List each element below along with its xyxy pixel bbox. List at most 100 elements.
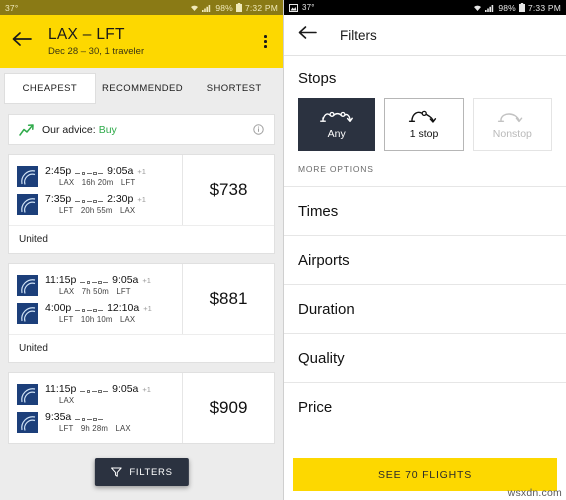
depart-time: 4:00p bbox=[45, 302, 72, 314]
funnel-icon bbox=[110, 467, 122, 477]
app-bar-titles: LAX – LFT Dec 28 – 30, 1 traveler bbox=[48, 26, 260, 57]
leg-duration: 10h 10m bbox=[80, 315, 113, 324]
arrive-time: 2:30p bbox=[107, 193, 134, 205]
leg-times: 7:35p 2:30p +1 bbox=[45, 193, 182, 205]
flight-leg: 11:15p 9:05a +1 LAX 7h 50m LFT bbox=[17, 271, 182, 299]
leg-times: 11:15p 9:05a +1 bbox=[45, 274, 182, 286]
flight-card-body: 11:15p 9:05a +1 LAX 7h 50m LFT 4:00p 12:… bbox=[9, 264, 274, 334]
stops-option-label: Any bbox=[327, 128, 346, 140]
flight-leg: 11:15p 9:05a +1 LAX bbox=[17, 380, 182, 408]
leg-route: LFT 20h 55m LAX bbox=[45, 206, 182, 215]
origin-code: LAX bbox=[59, 287, 75, 296]
destination-code: LFT bbox=[116, 287, 131, 296]
arrive-time: 12:10a bbox=[107, 302, 140, 314]
depart-time: 7:35p bbox=[45, 193, 72, 205]
overflow-menu-icon[interactable] bbox=[260, 31, 271, 52]
leg-info: 2:45p 9:05a +1 LAX 16h 20m LFT bbox=[45, 165, 182, 187]
filter-section-times[interactable]: Times bbox=[284, 186, 566, 235]
flight-card[interactable]: 11:15p 9:05a +1 LAX 9:35a LFT 9h 28m LAX… bbox=[8, 372, 275, 444]
back-arrow-icon[interactable] bbox=[12, 31, 36, 52]
dual-screen-container: 37° 98% 7:32 PM LAX – LFT Dec 28 – 30, 1… bbox=[0, 0, 566, 500]
origin-code: LFT bbox=[59, 424, 74, 433]
status-bar-left-group: 37° bbox=[289, 3, 315, 12]
leg-times: 11:15p 9:05a +1 bbox=[45, 383, 182, 395]
battery-percentage: 98% bbox=[215, 2, 233, 13]
depart-time: 11:15p bbox=[45, 383, 77, 395]
stops-indicator bbox=[75, 171, 104, 176]
signal-icon bbox=[202, 4, 212, 12]
status-bar-left-group: 37° bbox=[5, 3, 18, 13]
origin-code: LAX bbox=[59, 178, 75, 187]
more-options-link[interactable]: MORE OPTIONS bbox=[284, 151, 566, 186]
united-logo-icon bbox=[17, 383, 38, 405]
leg-duration: 16h 20m bbox=[81, 178, 114, 187]
plus-days: +1 bbox=[137, 195, 146, 204]
nonstop-icon bbox=[495, 109, 529, 125]
flight-price: $738 bbox=[182, 155, 274, 225]
stops-options: Any 1 stop Nonstop bbox=[284, 87, 566, 151]
filter-section-price[interactable]: Price bbox=[284, 382, 566, 431]
stops-option-any[interactable]: Any bbox=[298, 98, 376, 151]
wifi-icon bbox=[473, 4, 482, 12]
status-bar-right-group: 98% 7:33 PM bbox=[473, 3, 561, 13]
screenshot-icon bbox=[289, 3, 298, 12]
flight-price: $881 bbox=[182, 264, 274, 334]
flight-leg: 2:45p 9:05a +1 LAX 16h 20m LFT bbox=[17, 162, 182, 190]
arrive-time: 9:05a bbox=[112, 274, 139, 286]
advice-value: Buy bbox=[98, 123, 117, 136]
flight-price: $909 bbox=[182, 373, 274, 443]
destination-code: LAX bbox=[119, 206, 136, 215]
trend-up-icon bbox=[19, 123, 34, 136]
depart-time: 9:35a bbox=[45, 411, 72, 423]
leg-info: 11:15p 9:05a +1 LAX 7h 50m LFT bbox=[45, 274, 182, 296]
info-icon[interactable] bbox=[253, 124, 264, 135]
tab-cheapest[interactable]: CHEAPEST bbox=[4, 72, 96, 104]
stops-indicator bbox=[80, 389, 109, 394]
leg-times: 4:00p 12:10a +1 bbox=[45, 302, 182, 314]
leg-route: LAX 7h 50m LFT bbox=[45, 287, 182, 296]
depart-time: 11:15p bbox=[45, 274, 77, 286]
destination-code: LAX bbox=[115, 424, 131, 433]
leg-info: 4:00p 12:10a +1 LFT 10h 10m LAX bbox=[45, 302, 182, 324]
status-bar-right-group: 98% 7:32 PM bbox=[190, 3, 278, 13]
flight-card[interactable]: 2:45p 9:05a +1 LAX 16h 20m LFT 7:35p 2:3… bbox=[8, 154, 275, 254]
leg-duration: 9h 28m bbox=[80, 424, 109, 433]
back-arrow-icon[interactable] bbox=[298, 25, 320, 45]
temperature-indicator: 37° bbox=[302, 3, 315, 12]
price-advice-banner[interactable]: Our advice: Buy bbox=[8, 114, 275, 145]
flight-legs: 2:45p 9:05a +1 LAX 16h 20m LFT 7:35p 2:3… bbox=[9, 155, 182, 225]
leg-info: 9:35a LFT 9h 28m LAX bbox=[45, 411, 182, 433]
united-logo-icon bbox=[17, 274, 38, 296]
tab-recommended[interactable]: RECOMMENDED bbox=[98, 74, 188, 103]
filters-button[interactable]: FILTERS bbox=[94, 458, 189, 486]
stops-indicator bbox=[75, 417, 104, 422]
watermark: wsxdn.com bbox=[507, 487, 562, 499]
filters-screen: 37° 98% 7:33 PM Filters Stops Any 1 stop… bbox=[283, 0, 566, 500]
filters-button-label: FILTERS bbox=[129, 466, 173, 478]
tab-shortest[interactable]: SHORTEST bbox=[189, 74, 279, 103]
filters-title: Filters bbox=[340, 27, 377, 43]
leg-route: LFT 9h 28m LAX bbox=[45, 424, 182, 433]
plus-days: +1 bbox=[142, 385, 151, 394]
stops-option-label: Nonstop bbox=[492, 128, 532, 140]
origin-code: LAX bbox=[59, 396, 75, 405]
flight-card[interactable]: 11:15p 9:05a +1 LAX 7h 50m LFT 4:00p 12:… bbox=[8, 263, 275, 363]
battery-percentage: 98% bbox=[498, 2, 516, 13]
plus-days: +1 bbox=[143, 304, 152, 313]
battery-icon bbox=[518, 3, 525, 12]
filter-section-quality[interactable]: Quality bbox=[284, 333, 566, 382]
flight-card-body: 11:15p 9:05a +1 LAX 9:35a LFT 9h 28m LAX… bbox=[9, 373, 274, 443]
filter-section-duration[interactable]: Duration bbox=[284, 284, 566, 333]
filters-app-bar: Filters bbox=[284, 15, 566, 55]
leg-duration: 7h 50m bbox=[81, 287, 109, 296]
leg-duration: 20h 55m bbox=[80, 206, 113, 215]
filter-section-airports[interactable]: Airports bbox=[284, 235, 566, 284]
arrive-time: 9:05a bbox=[107, 165, 134, 177]
depart-time: 2:45p bbox=[45, 165, 72, 177]
stops-option-1-stop[interactable]: 1 stop bbox=[384, 98, 464, 151]
arrive-time: 9:05a bbox=[112, 383, 139, 395]
flight-legs: 11:15p 9:05a +1 LAX 9:35a LFT 9h 28m LAX bbox=[9, 373, 182, 443]
leg-info: 7:35p 2:30p +1 LFT 20h 55m LAX bbox=[45, 193, 182, 215]
battery-icon bbox=[235, 3, 242, 12]
flight-leg: 9:35a LFT 9h 28m LAX bbox=[17, 408, 182, 436]
